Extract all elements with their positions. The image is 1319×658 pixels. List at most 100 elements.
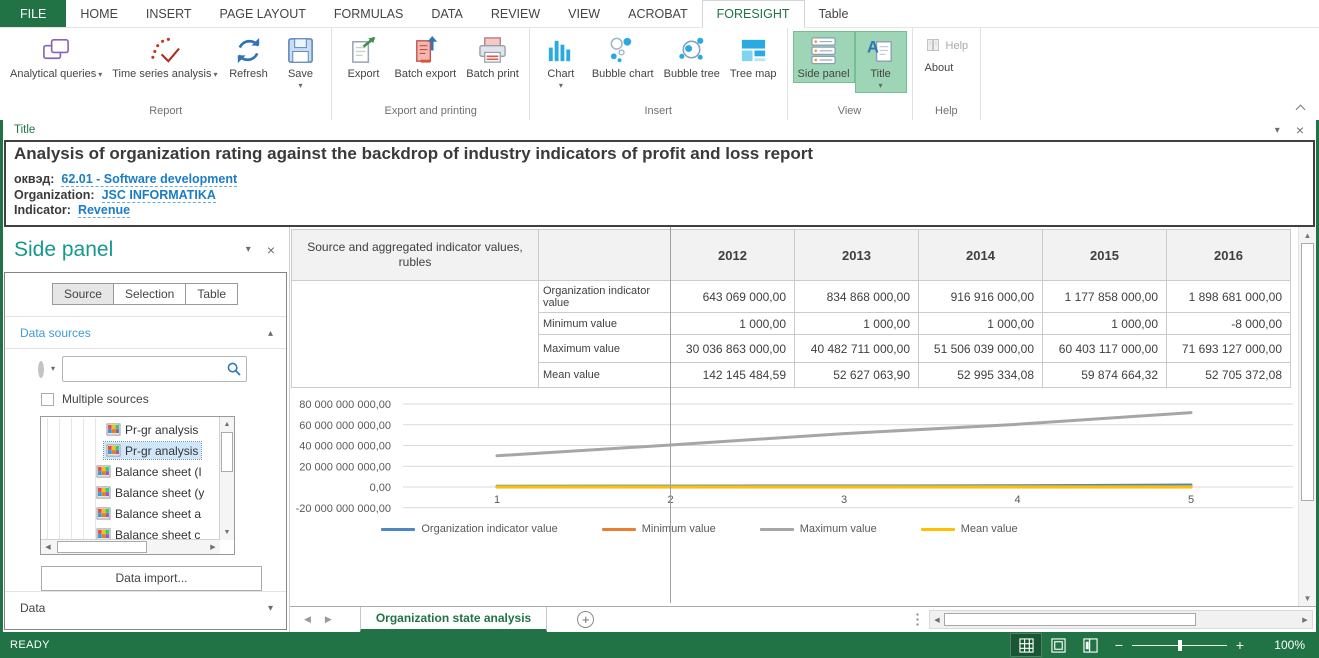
scroll-up-icon[interactable]: ▲ <box>1299 227 1316 243</box>
side-panel-button[interactable]: Side panel <box>793 31 855 83</box>
value-cell[interactable]: 834 868 000,00 <box>795 281 919 313</box>
scroll-thumb[interactable] <box>1301 243 1314 501</box>
value-cell[interactable]: 1 177 858 000,00 <box>1043 281 1167 313</box>
row-label[interactable]: Maximum value <box>539 335 671 363</box>
side-panel-tab-table[interactable]: Table <box>185 283 238 305</box>
table-empty-cell[interactable] <box>292 281 539 388</box>
normal-view-button[interactable] <box>1010 633 1042 657</box>
value-cell[interactable]: 51 506 039 000,00 <box>919 335 1043 363</box>
value-cell[interactable]: 52 995 334,08 <box>919 363 1043 388</box>
zoom-slider[interactable] <box>1132 645 1227 646</box>
row-label[interactable]: Mean value <box>539 363 671 388</box>
tree-item[interactable]: Balance sheet (I <box>42 461 219 482</box>
ribbon-tab-formulas[interactable]: FORMULAS <box>320 0 417 27</box>
ribbon-tab-table[interactable]: Table <box>805 0 863 27</box>
year-header-2012[interactable]: 2012 <box>671 230 795 281</box>
tree-item[interactable]: Balance sheet (y <box>42 482 219 503</box>
scroll-up-icon[interactable]: ▲ <box>220 417 234 431</box>
bubble-tree-button[interactable]: Bubble tree <box>659 31 725 83</box>
value-cell[interactable]: 71 693 127 000,00 <box>1167 335 1291 363</box>
scroll-thumb[interactable] <box>221 432 233 472</box>
gear-caret-icon[interactable]: ▾ <box>51 364 55 374</box>
value-cell[interactable]: 1 000,00 <box>1043 313 1167 335</box>
row-label[interactable]: Organization indicator value <box>539 281 671 313</box>
refresh-button[interactable]: Refresh <box>222 31 274 83</box>
scroll-right-icon[interactable]: ▶ <box>1298 613 1312 627</box>
scroll-left-icon[interactable]: ◀ <box>41 540 55 554</box>
about-button[interactable]: About <box>918 58 961 77</box>
row-label[interactable]: Minimum value <box>539 313 671 335</box>
value-cell[interactable]: 60 403 117 000,00 <box>1043 335 1167 363</box>
ribbon-tab-data[interactable]: DATA <box>417 0 476 27</box>
value-cell[interactable]: 643 069 000,00 <box>671 281 795 313</box>
scroll-thumb[interactable] <box>944 613 1196 626</box>
value-cell[interactable]: 1 898 681 000,00 <box>1167 281 1291 313</box>
sheet-horizontal-scrollbar[interactable]: ◀ ▶ <box>929 610 1313 629</box>
year-header-2015[interactable]: 2015 <box>1043 230 1167 281</box>
side-panel-tab-source[interactable]: Source <box>52 283 114 305</box>
year-header-2016[interactable]: 2016 <box>1167 230 1291 281</box>
value-cell[interactable]: -8 000,00 <box>1167 313 1291 335</box>
multiple-sources-checkbox[interactable] <box>41 393 54 406</box>
sheet-tab-organization-state-analysis[interactable]: Organization state analysis <box>360 607 547 632</box>
chart-button[interactable]: Chart▾ <box>535 31 587 93</box>
table-blank-header[interactable] <box>539 230 671 281</box>
value-cell[interactable]: 1 000,00 <box>795 313 919 335</box>
add-sheet-icon[interactable]: + <box>577 611 594 628</box>
value-cell[interactable]: 916 916 000,00 <box>919 281 1043 313</box>
zoom-out-button[interactable]: − <box>1106 637 1132 653</box>
value-cell[interactable]: 1 000,00 <box>919 313 1043 335</box>
value-cell[interactable]: 1 000,00 <box>671 313 795 335</box>
value-cell[interactable]: 30 036 863 000,00 <box>671 335 795 363</box>
save-button[interactable]: Save▾ <box>274 31 326 93</box>
list-horizontal-scrollbar[interactable]: ◀ ▶ <box>41 539 220 554</box>
ribbon-tab-insert[interactable]: INSERT <box>132 0 206 27</box>
title-pane-close-icon[interactable]: × <box>1296 123 1304 137</box>
expand-section-icon[interactable]: ▾ <box>268 603 273 614</box>
scroll-right-icon[interactable]: ▶ <box>206 540 220 554</box>
sheet-vertical-scrollbar[interactable]: ▲ ▼ <box>1298 227 1316 606</box>
tree-node[interactable]: Balance sheet c <box>94 526 203 539</box>
search-icon[interactable] <box>226 361 242 377</box>
search-input[interactable] <box>67 361 226 377</box>
tree-item[interactable]: Balance sheet c <box>42 524 219 539</box>
ribbon-tab-acrobat[interactable]: ACROBAT <box>614 0 702 27</box>
field-link[interactable]: 62.01 - Software development <box>61 172 237 187</box>
side-panel-close-icon[interactable]: × <box>267 243 275 257</box>
batch-print-button[interactable]: Batch print <box>461 31 524 83</box>
title-button[interactable]: ATitle▾ <box>855 31 907 93</box>
tree-item[interactable]: Pr-gr analysis <box>42 440 219 461</box>
tree-map-button[interactable]: Tree map <box>725 31 782 83</box>
tree-node[interactable]: Balance sheet (I <box>94 463 205 480</box>
value-cell[interactable]: 142 145 484,59 <box>671 363 795 388</box>
scroll-thumb[interactable] <box>57 541 147 553</box>
zoom-slider-thumb[interactable] <box>1178 640 1182 651</box>
prev-sheet-icon[interactable]: ◀ <box>304 614 311 625</box>
scroll-down-icon[interactable]: ▼ <box>220 526 234 540</box>
time-series-analysis-button[interactable]: Time series analysis▾ <box>107 31 222 83</box>
ribbon-tab-review[interactable]: REVIEW <box>477 0 554 27</box>
tree-node[interactable]: Pr-gr analysis <box>104 442 201 459</box>
zoom-in-button[interactable]: + <box>1227 637 1253 653</box>
scroll-down-icon[interactable]: ▼ <box>1299 590 1316 606</box>
data-import-button[interactable]: Data import... <box>41 566 262 591</box>
export-button[interactable]: Export <box>337 31 389 83</box>
value-cell[interactable]: 52 705 372,08 <box>1167 363 1291 388</box>
page-break-preview-button[interactable] <box>1074 633 1106 657</box>
bubble-chart-button[interactable]: Bubble chart <box>587 31 659 83</box>
title-pane-menu-icon[interactable]: ▾ <box>1275 125 1280 136</box>
page-layout-view-button[interactable] <box>1042 633 1074 657</box>
side-panel-tab-selection[interactable]: Selection <box>113 283 186 305</box>
collapse-ribbon-icon[interactable] <box>1297 104 1305 112</box>
year-header-2014[interactable]: 2014 <box>919 230 1043 281</box>
ribbon-tab-page-layout[interactable]: PAGE LAYOUT <box>206 0 320 27</box>
sheet-content[interactable]: Source and aggregated indicator values, … <box>290 227 1298 606</box>
side-panel-menu-icon[interactable]: ▾ <box>246 244 251 255</box>
line-chart[interactable]: 80 000 000 000,0060 000 000 000,0040 000… <box>291 390 1297 514</box>
table-corner-header[interactable]: Source and aggregated indicator values, … <box>292 230 539 281</box>
ribbon-tab-view[interactable]: VIEW <box>554 0 614 27</box>
ribbon-tab-file[interactable]: FILE <box>0 0 66 27</box>
tree-node[interactable]: Balance sheet a <box>94 505 204 522</box>
ribbon-tab-home[interactable]: HOME <box>66 0 132 27</box>
data-section-header[interactable]: Data ▾ <box>5 592 286 623</box>
